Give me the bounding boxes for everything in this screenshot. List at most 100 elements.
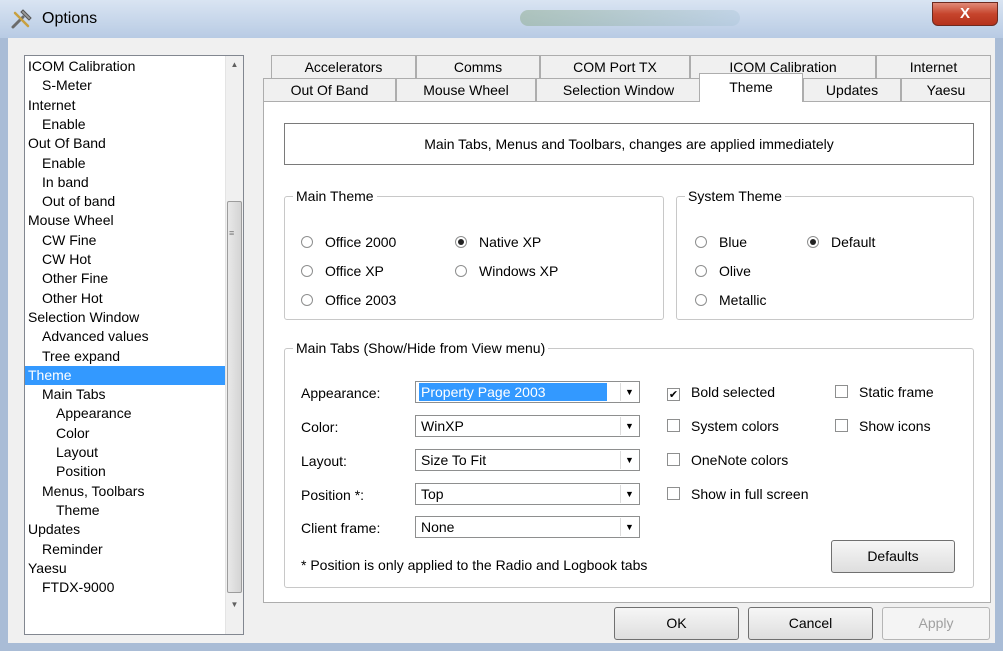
static-frame-checkbox[interactable]: Static frame [835, 383, 934, 401]
close-button[interactable]: X [932, 2, 998, 26]
dropdown-arrow-icon[interactable]: ▼ [620, 383, 638, 401]
radio-dot-icon [695, 294, 707, 306]
position-label: Position *: [301, 487, 365, 503]
tree-item[interactable]: Layout [56, 443, 98, 462]
radio-dot-icon [301, 236, 313, 248]
dropdown-arrow-icon[interactable]: ▼ [620, 485, 638, 503]
tree-item[interactable]: Color [56, 424, 89, 443]
tab-comms[interactable]: Comms [416, 55, 540, 79]
dropdown-arrow-icon[interactable]: ▼ [620, 417, 638, 435]
show-full-screen-checkbox[interactable]: Show in full screen [667, 485, 809, 503]
tree-scrollbar[interactable]: ▲ ≡ ▼ [225, 56, 243, 634]
dropdown-arrow-icon[interactable]: ▼ [620, 518, 638, 536]
tree-item[interactable]: Mouse Wheel [28, 211, 114, 230]
tree-item[interactable]: Position [56, 462, 106, 481]
scroll-thumb[interactable] [227, 201, 242, 593]
tab-updates[interactable]: Updates [803, 78, 901, 102]
radio-label: Default [831, 234, 876, 250]
client-frame-label: Client frame: [301, 520, 381, 536]
layout-value: Size To Fit [421, 452, 487, 468]
radio-metallic[interactable]: Metallic [695, 291, 766, 309]
radio-dot-icon [695, 236, 707, 248]
checkbox-box-icon [835, 385, 848, 398]
tab-com-port-tx[interactable]: COM Port TX [540, 55, 690, 79]
tree-item[interactable]: S-Meter [42, 76, 92, 95]
grip-icon: ≡ [229, 228, 235, 238]
radio-dot-icon [455, 265, 467, 277]
tree-item[interactable]: Enable [42, 115, 86, 134]
tab-theme[interactable]: Theme [699, 73, 803, 102]
scroll-up-icon[interactable]: ▲ [226, 56, 243, 73]
radio-olive[interactable]: Olive [695, 262, 751, 280]
tree-item[interactable]: Other Hot [42, 289, 103, 308]
radio-office-2003[interactable]: Office 2003 [301, 291, 396, 309]
radio-default[interactable]: Default [807, 233, 875, 251]
radio-office-xp[interactable]: Office XP [301, 262, 384, 280]
layout-select[interactable]: Size To Fit ▼ [415, 449, 640, 471]
tree-item[interactable]: Internet [28, 96, 75, 115]
apply-button[interactable]: Apply [882, 607, 990, 640]
show-icons-checkbox[interactable]: Show icons [835, 417, 931, 435]
tree-item[interactable]: CW Hot [42, 250, 91, 269]
tree-item[interactable]: Appearance [56, 404, 132, 423]
system-theme-group: System Theme Blue Olive Metallic Default [676, 187, 974, 320]
tree-item[interactable]: ICOM Calibration [28, 57, 135, 76]
tree-item[interactable]: CW Fine [42, 231, 96, 250]
tree-item[interactable]: In band [42, 173, 89, 192]
tree-item[interactable]: Theme [56, 501, 100, 520]
tree-item[interactable]: Enable [42, 154, 86, 173]
window-title: Options [42, 10, 98, 27]
ok-button[interactable]: OK [614, 607, 739, 640]
client-frame-value: None [421, 519, 455, 535]
radio-label: Office XP [325, 263, 384, 279]
position-select[interactable]: Top ▼ [415, 483, 640, 505]
tree-item[interactable]: Tree expand [42, 347, 120, 366]
radio-office-2000[interactable]: Office 2000 [301, 233, 396, 251]
appearance-select[interactable]: Property Page 2003 ▼ [415, 381, 640, 403]
tree-item[interactable]: Theme [25, 365, 225, 385]
tree-item[interactable]: Main Tabs [42, 385, 106, 404]
tree-item[interactable]: Selection Window [28, 308, 139, 327]
tree-item[interactable]: Yaesu [28, 559, 67, 578]
options-window: Options X ICOM Calibration S-Meter Interne… [0, 0, 1003, 651]
main-theme-group: Main Theme Office 2000 Office XP Office … [284, 187, 664, 320]
tab-mouse-wheel[interactable]: Mouse Wheel [396, 78, 536, 102]
tab-yaesu[interactable]: Yaesu [901, 78, 991, 102]
options-tree[interactable]: ICOM Calibration S-Meter Internet Enable Out… [24, 55, 244, 635]
tree-item[interactable]: Reminder [42, 540, 103, 559]
tree-item[interactable]: Other Fine [42, 269, 108, 288]
tree-item[interactable]: Out of band [42, 192, 115, 211]
color-label: Color: [301, 419, 339, 435]
tab-accelerators[interactable]: Accelerators [271, 55, 416, 79]
checkbox-label: Bold selected [691, 384, 776, 400]
checkbox-label: Static frame [859, 384, 934, 400]
tab-internet[interactable]: Internet [876, 55, 991, 79]
tree-item[interactable]: Out Of Band [28, 134, 106, 153]
main-theme-label: Main Theme [293, 187, 377, 205]
title-bar[interactable]: Options X [0, 0, 1003, 38]
client-frame-select[interactable]: None ▼ [415, 516, 640, 538]
bold-selected-checkbox[interactable]: ✔ Bold selected [667, 383, 775, 401]
tree-item[interactable]: FTDX-9000 [42, 578, 114, 597]
appearance-value: Property Page 2003 [419, 383, 607, 401]
main-tabs-label: Main Tabs (Show/Hide from View menu) [293, 339, 549, 357]
layout-label: Layout: [301, 453, 347, 469]
defaults-button[interactable]: Defaults [831, 540, 955, 573]
onenote-colors-checkbox[interactable]: OneNote colors [667, 451, 788, 469]
system-colors-checkbox[interactable]: System colors [667, 417, 779, 435]
tree-item[interactable]: Advanced values [42, 327, 149, 346]
cancel-button[interactable]: Cancel [748, 607, 873, 640]
checkbox-box-icon [835, 419, 848, 432]
color-select[interactable]: WinXP ▼ [415, 415, 640, 437]
dropdown-arrow-icon[interactable]: ▼ [620, 451, 638, 469]
radio-native-xp[interactable]: Native XP [455, 233, 541, 251]
tree-item[interactable]: Menus, Toolbars [42, 482, 144, 501]
tab-selection-window[interactable]: Selection Window [536, 78, 701, 102]
radio-label: Blue [719, 234, 748, 250]
radio-blue[interactable]: Blue [695, 233, 747, 251]
tree-item[interactable]: Updates [28, 520, 80, 539]
radio-windows-xp[interactable]: Windows XP [455, 262, 558, 280]
checkmark-icon: ✔ [667, 388, 680, 401]
scroll-down-icon[interactable]: ▼ [226, 596, 243, 613]
tab-out-of-band[interactable]: Out Of Band [263, 78, 396, 102]
